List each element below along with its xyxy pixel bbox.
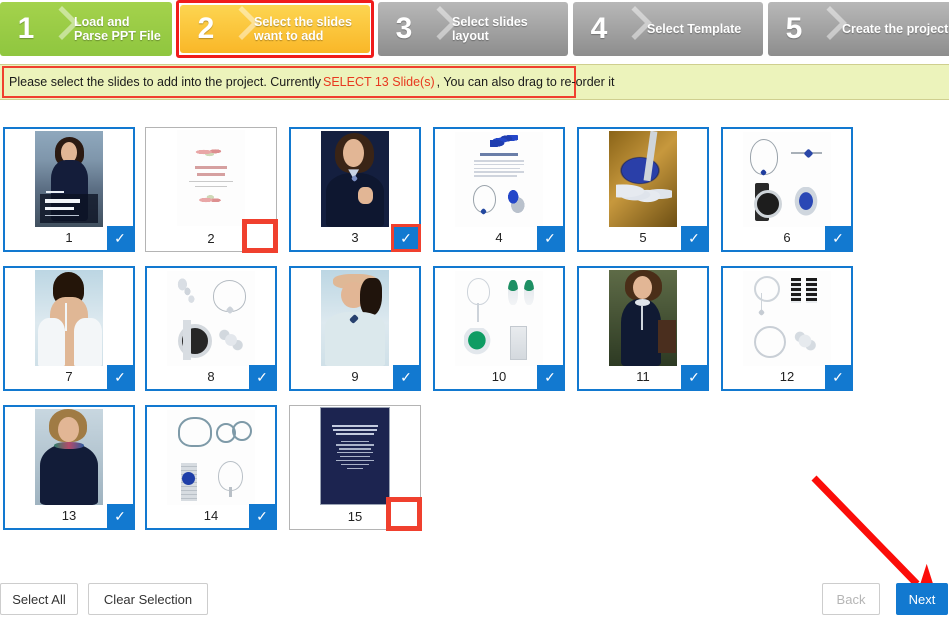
slide-card-6[interactable]: 6 ✓ [721,127,853,252]
slide-checkbox-9[interactable]: ✓ [393,365,419,389]
back-button[interactable]: Back [822,583,880,615]
slide-checkbox-7[interactable]: ✓ [107,365,133,389]
slide-card-15[interactable]: 15 [289,405,422,531]
slide-thumbnail-6 [723,129,851,229]
next-button[interactable]: Next [896,583,948,615]
slide-thumbnail-13 [5,407,133,507]
slide-thumbnail-2 [146,128,276,228]
wizard-step-1-label: Load and Parse PPT File [74,15,161,43]
wizard-step-5-number: 5 [785,12,803,45]
wizard-step-3-label: Select slides layout [452,15,528,43]
clear-selection-button[interactable]: Clear Selection [88,583,208,615]
slide-card-4[interactable]: 4 ✓ [433,127,565,252]
chevron-right-icon [625,2,647,56]
step-2-red-highlight [176,0,374,58]
slide-checkbox-15[interactable] [386,497,422,531]
slide-checkbox-6[interactable]: ✓ [825,226,851,250]
wizard-step-3[interactable]: 3 Select slides layout [378,2,568,56]
slide-card-13[interactable]: 13 ✓ [3,405,135,530]
slide-thumbnail-grid: 1 ✓ 2 3 ✓ 4 ✓ 5 ✓ 6 ✓ 7 ✓ 8 ✓ 9 ✓ 10 ✓ 1… [0,124,949,574]
wizard-step-bar: 1 Load and Parse PPT File 2 Select the s… [0,0,949,58]
slide-checkbox-12[interactable]: ✓ [825,365,851,389]
slide-card-3[interactable]: 3 ✓ [289,127,421,252]
wizard-step-4[interactable]: 4 Select Template [573,2,763,56]
notice-selected-count: SELECT 13 Slide(s) [322,75,435,89]
chevron-right-icon [820,2,842,56]
slide-checkbox-3[interactable]: ✓ [391,224,421,252]
slide-thumbnail-11 [579,268,707,368]
chevron-right-icon [52,2,74,56]
slide-thumbnail-12 [723,268,851,368]
slide-card-11[interactable]: 11 ✓ [577,266,709,391]
slide-card-1[interactable]: 1 ✓ [3,127,135,252]
slide-checkbox-13[interactable]: ✓ [107,504,133,528]
select-all-button[interactable]: Select All [0,583,78,615]
slide-card-9[interactable]: 9 ✓ [289,266,421,391]
wizard-step-5-label: Create the project [842,22,949,36]
wizard-step-4-number: 4 [590,12,608,45]
slide-card-10[interactable]: 10 ✓ [433,266,565,391]
wizard-step-3-number: 3 [395,12,413,45]
slide-checkbox-4[interactable]: ✓ [537,226,563,250]
wizard-step-1-number: 1 [17,12,35,45]
slide-thumbnail-1 [5,129,133,229]
slide-card-2[interactable]: 2 [145,127,278,253]
slide-checkbox-5[interactable]: ✓ [681,226,707,250]
slide-thumbnail-4 [435,129,563,229]
notice-prefix: Please select the slides to add into the… [9,75,321,89]
slide-thumbnail-9 [291,268,419,368]
slide-card-5[interactable]: 5 ✓ [577,127,709,252]
slide-card-8[interactable]: 8 ✓ [145,266,277,391]
slide-checkbox-10[interactable]: ✓ [537,365,563,389]
notice-suffix: , You can also drag to re-order it [436,75,615,89]
chevron-right-icon [430,2,452,56]
slide-checkbox-11[interactable]: ✓ [681,365,707,389]
slide-card-12[interactable]: 12 ✓ [721,266,853,391]
slide-thumbnail-7 [5,268,133,368]
slide-thumbnail-8 [147,268,275,368]
slide-thumbnail-3 [291,129,419,229]
footer-button-bar: Select All Clear Selection Back Next [0,573,949,625]
slide-checkbox-8[interactable]: ✓ [249,365,275,389]
wizard-step-4-label: Select Template [647,22,742,36]
wizard-step-5[interactable]: 5 Create the project [768,2,949,56]
slide-checkbox-1[interactable]: ✓ [107,226,133,250]
slide-thumbnail-10 [435,268,563,368]
slide-thumbnail-5 [579,129,707,229]
slide-checkbox-14[interactable]: ✓ [249,504,275,528]
notice-message-box: Please select the slides to add into the… [2,66,615,98]
slide-card-7[interactable]: 7 ✓ [3,266,135,391]
slide-checkbox-2[interactable] [242,219,278,253]
slide-card-14[interactable]: 14 ✓ [145,405,277,530]
wizard-step-1[interactable]: 1 Load and Parse PPT File [0,2,172,56]
slide-thumbnail-15 [290,406,420,506]
slide-thumbnail-14 [147,407,275,507]
